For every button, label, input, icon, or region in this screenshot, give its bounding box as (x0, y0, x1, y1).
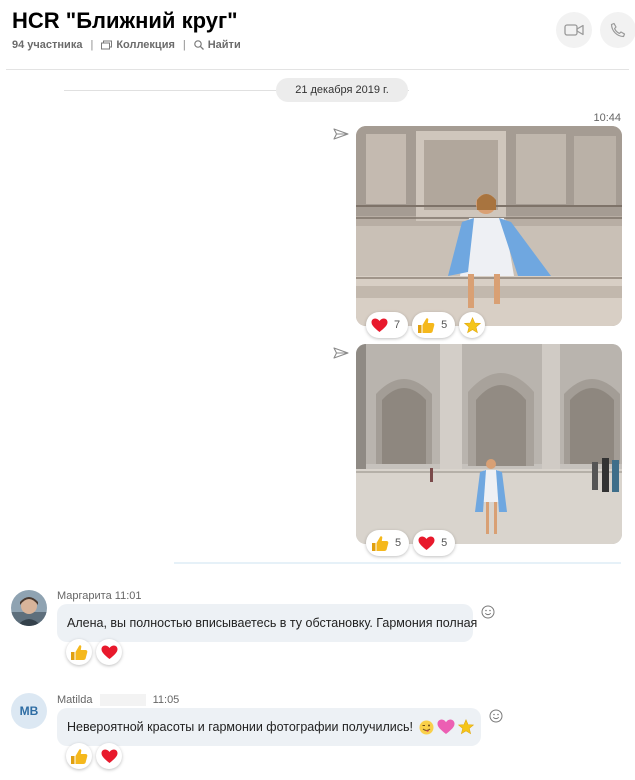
separator: | (90, 39, 94, 51)
phone-icon (610, 22, 626, 38)
photo-image (356, 344, 622, 544)
message-reactions (66, 743, 122, 769)
sent-icon (333, 128, 349, 140)
thumbs-up-icon (372, 535, 389, 551)
message-text: Невероятной красоты и гармонии фотографи… (67, 720, 413, 734)
participants-count[interactable]: 94 участника (12, 39, 82, 51)
add-reaction-icon[interactable] (481, 605, 495, 619)
sent-icon (333, 347, 349, 359)
user-photo-avatar (11, 590, 47, 626)
sender-name[interactable]: Маргарита (57, 590, 112, 602)
reaction-star[interactable] (459, 312, 486, 338)
reaction-count: 5 (441, 319, 448, 331)
add-reaction-icon[interactable] (489, 709, 503, 723)
reaction-count: 7 (394, 319, 401, 331)
gallery-icon (101, 40, 113, 50)
separator: | (182, 39, 186, 51)
thumbs-up-icon (418, 317, 435, 333)
pink-heart-icon (437, 719, 455, 734)
message-emojis (419, 719, 474, 735)
reaction-thumbs-up[interactable]: 5 (366, 530, 410, 556)
sender-name[interactable]: Matilda (57, 694, 92, 706)
header-divider (6, 69, 629, 70)
avatar[interactable]: MB (11, 693, 47, 729)
reaction-count: 5 (441, 537, 448, 549)
reaction-thumbs-up[interactable] (66, 743, 92, 769)
message-time: 11:01 (114, 590, 142, 602)
heart-icon (101, 645, 117, 659)
avatar-initials: MB (19, 704, 39, 718)
reaction-heart[interactable] (96, 639, 122, 665)
star-icon (463, 316, 481, 333)
heart-icon (371, 318, 388, 332)
photo-reactions: 7 5 (366, 312, 486, 338)
photo-image (356, 126, 622, 326)
audio-call-button[interactable] (600, 12, 635, 48)
date-separator: 21 декабря 2019 г. (276, 78, 408, 102)
reaction-thumbs-up[interactable]: 5 (412, 312, 456, 338)
chat-title[interactable]: HCR "Ближний круг" (12, 8, 238, 34)
message-bubble[interactable]: Невероятной красоты и гармонии фотографи… (57, 708, 481, 746)
redacted-name (99, 694, 146, 707)
heart-icon (101, 749, 117, 763)
heart-icon (418, 536, 435, 550)
message-reactions (66, 639, 122, 665)
message-sender: Matilda 11:05 (57, 694, 180, 707)
message-bubble[interactable]: Алена, вы полностью вписываетесь в ту об… (57, 604, 477, 642)
thumbs-up-icon (71, 644, 88, 660)
shared-photo[interactable] (356, 344, 622, 544)
wink-tongue-emoji-icon (419, 720, 434, 734)
search-icon (193, 40, 204, 50)
reaction-count: 5 (395, 537, 402, 549)
message-time: 11:05 (152, 694, 180, 706)
read-marker-line (174, 562, 621, 564)
photo-reactions: 5 5 (366, 530, 456, 556)
avatar[interactable] (11, 590, 47, 626)
message-time: 10:44 (593, 112, 621, 124)
message-sender: Маргарита 11:01 (57, 590, 142, 602)
star-icon (457, 719, 474, 735)
thumbs-up-icon (71, 748, 88, 764)
shared-photo[interactable] (356, 126, 622, 326)
reaction-heart[interactable] (96, 743, 122, 769)
message-text: Алена, вы полностью вписываетесь в ту об… (67, 616, 478, 630)
reaction-thumbs-up[interactable] (66, 639, 92, 665)
find-link[interactable]: Найти (193, 39, 241, 51)
chat-header: HCR "Ближний круг" 94 участника | Коллек… (0, 0, 635, 70)
find-label: Найти (207, 39, 241, 51)
reaction-heart[interactable]: 5 (413, 530, 456, 556)
collection-label: Коллекция (116, 39, 175, 51)
video-call-button[interactable] (556, 12, 592, 48)
collection-link[interactable]: Коллекция (101, 39, 175, 51)
video-camera-icon (564, 24, 584, 36)
chat-subline: 94 участника | Коллекция | Найти (12, 39, 241, 51)
reaction-heart[interactable]: 7 (366, 312, 409, 338)
